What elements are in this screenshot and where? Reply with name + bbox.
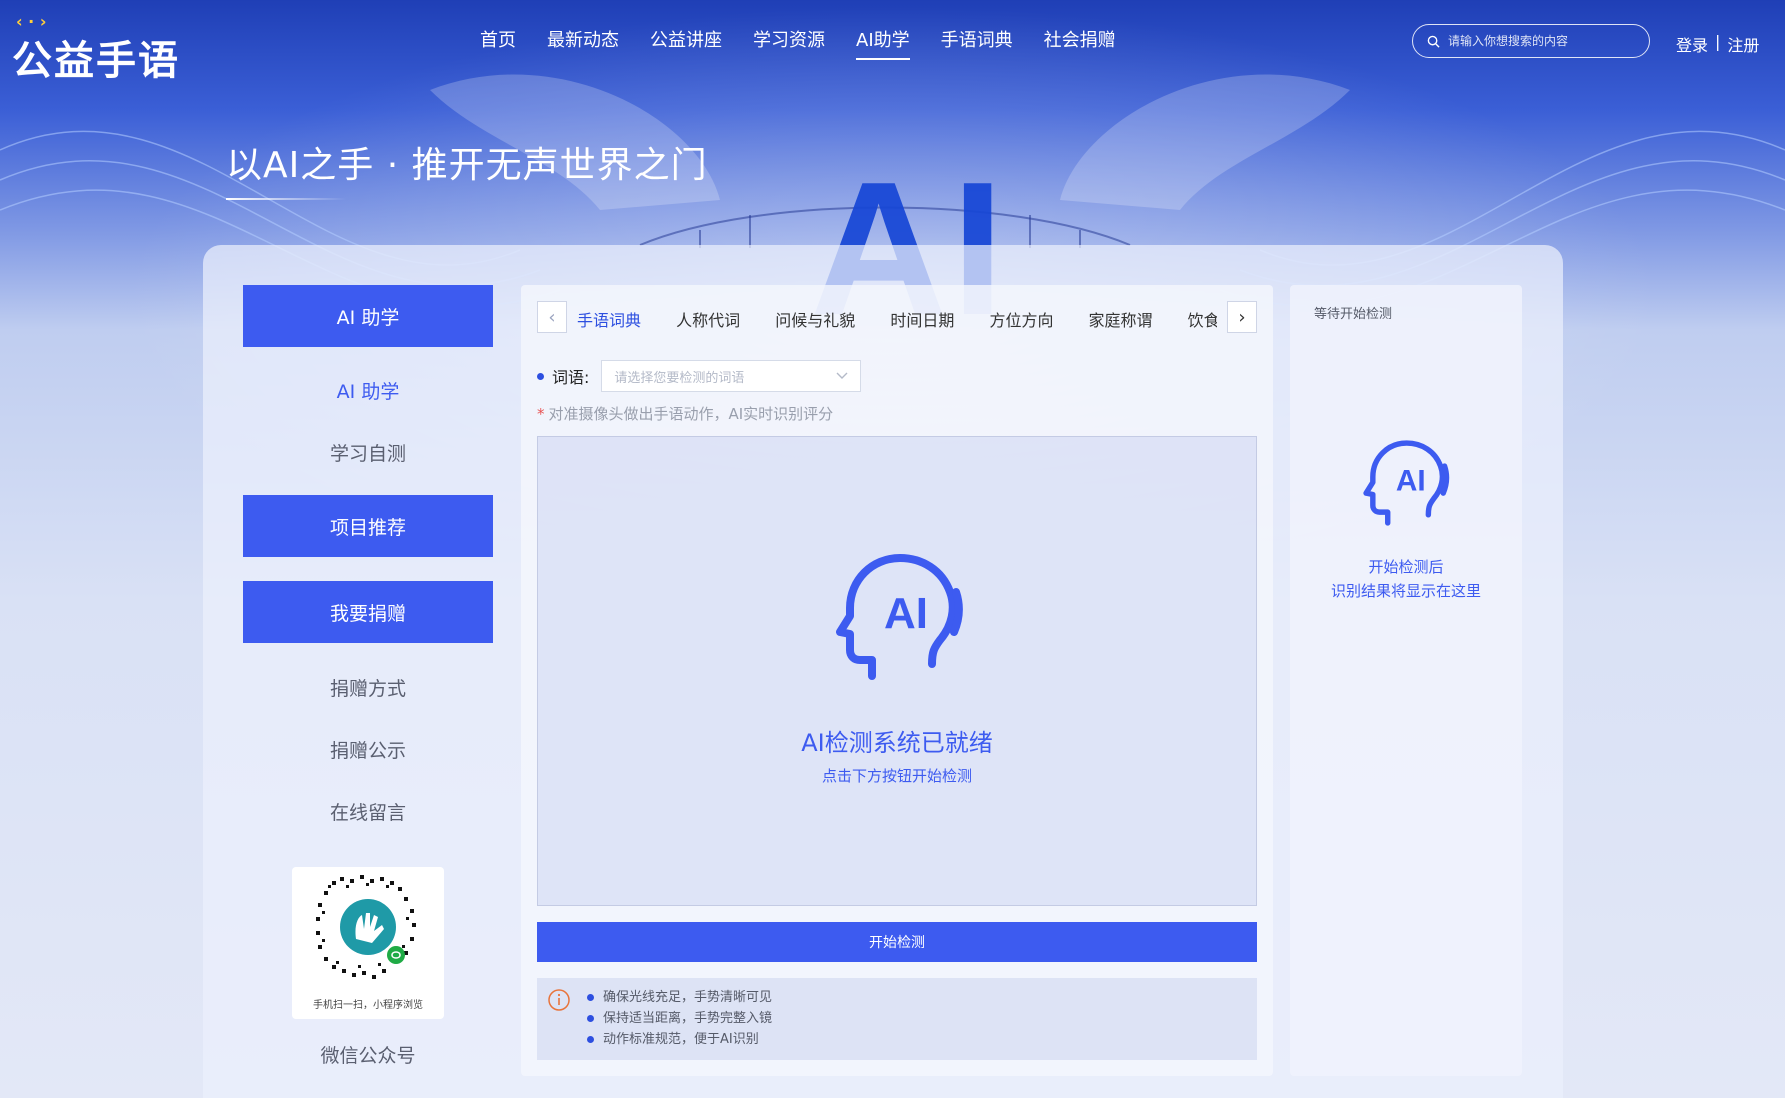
tips-list: 确保光线充足，手势清晰可见 保持适当距离，手势完整入镜 动作标准规范，便于AI识… [587,987,772,1050]
result-status: 等待开始检测 [1314,307,1393,322]
info-icon [548,989,570,1011]
sidebar-donate-button[interactable]: 我要捐赠 [243,581,493,643]
logo-text: 公益手语 [12,38,180,84]
sidebar-item-self-test[interactable]: 学习自测 [243,439,493,466]
nav-item-home[interactable]: 首页 [480,26,516,60]
auth-separator: | [1715,32,1721,51]
detector-status-title: AI检测系统已就绪 [801,729,993,757]
login-link[interactable]: 登录 [1676,32,1708,56]
nav-item-lectures[interactable]: 公益讲座 [650,26,722,60]
chevron-down-icon [836,372,848,379]
word-bullet [537,372,544,380]
search-icon [1427,35,1440,48]
word-row: 词语: 请选择您要检测的词语 [537,360,862,392]
category-tabs: 手语词典 人称代词 问候与礼貌 时间日期 方位方向 家庭称谓 饮食餐 [577,301,1217,335]
tips-box: 确保光线充足，手势清晰可见 保持适当距离，手势完整入镜 动作标准规范，便于AI识… [537,978,1257,1060]
category-tabbar: ‹ 手语词典 人称代词 问候与礼貌 时间日期 方位方向 家庭称谓 饮食餐 › [537,301,1257,335]
tab-next-button[interactable]: › [1227,301,1257,333]
sidebar-item-message[interactable]: 在线留言 [243,798,493,825]
detector-status-subtitle: 点击下方按钮开始检测 [821,767,972,785]
result-message-line2: 识别结果将显示在这里 [1330,582,1481,600]
tab-directions[interactable]: 方位方向 [989,301,1053,335]
result-message: 开始检测后 识别结果将显示在这里 [1290,555,1522,603]
word-label: 词语: [552,368,590,387]
tab-sign-dictionary[interactable]: 手语词典 [577,301,641,335]
hero-title: 以AI之手 · 推开无声世界之门 [226,145,708,186]
svg-text:AI: AI [884,589,928,638]
word-select[interactable]: 请选择您要检测的词语 [601,360,862,392]
site-logo[interactable]: ‹ · › 公益手语 [6,10,196,84]
tab-time-date[interactable]: 时间日期 [890,301,954,335]
sidebar-item-donate-public[interactable]: 捐赠公示 [243,736,493,763]
nav-item-resources[interactable]: 学习资源 [753,26,825,60]
hero-underline [226,198,346,200]
qr-caption: 手机扫一扫，小程序浏览 [313,1000,423,1011]
detector-panel: ‹ 手语词典 人称代词 问候与礼貌 时间日期 方位方向 家庭称谓 饮食餐 › 词… [521,285,1273,1076]
tab-prev-button[interactable]: ‹ [537,301,567,333]
tip-item: 确保光线充足，手势清晰可见 [587,987,772,1008]
main-nav: 首页 最新动态 公益讲座 学习资源 AI助学 手语词典 社会捐赠 [480,26,1147,60]
register-link[interactable]: 注册 [1727,32,1759,56]
tab-greetings[interactable]: 问候与礼貌 [775,301,855,335]
search-input[interactable] [1446,33,1640,49]
nav-item-donation[interactable]: 社会捐赠 [1044,26,1116,60]
start-detection-button[interactable]: 开始检测 [537,922,1257,962]
word-select-placeholder: 请选择您要检测的词语 [614,370,745,386]
nav-item-dictionary[interactable]: 手语词典 [941,26,1013,60]
chevron-left-icon: ‹ [548,306,556,328]
detection-hint-text: 对准摄像头做出手语动作，AI实时识别评分 [548,405,834,423]
result-panel: 等待开始检测 AI 开始检测后 识别结果将显示在这里 [1290,285,1522,1076]
tab-food[interactable]: 饮食餐 [1188,301,1217,335]
sidebar-item-ai-assist[interactable]: AI 助学 [243,377,493,404]
sidebar-ai-assist-button[interactable]: AI 助学 [243,285,493,347]
qr-code: 手机扫一扫，小程序浏览 [292,867,444,1019]
auth-links: 登录 | 注册 [1676,32,1759,56]
ai-head-icon: AI [836,554,963,680]
ai-head-icon: AI [1363,440,1450,526]
required-mark: * [537,405,545,423]
svg-text:AI: AI [1396,464,1426,497]
result-message-line1: 开始检测后 [1368,558,1444,576]
tip-item: 保持适当距离，手势完整入镜 [587,1008,772,1029]
top-header: ‹ · › 公益手语 首页 最新动态 公益讲座 学习资源 AI助学 手语词典 社… [0,0,1785,84]
qr-code-image [316,875,416,979]
tip-item: 动作标准规范，便于AI识别 [587,1029,772,1050]
sidebar-project-button[interactable]: 项目推荐 [243,495,493,557]
tab-pronouns[interactable]: 人称代词 [676,301,740,335]
tab-family[interactable]: 家庭称谓 [1089,301,1153,335]
search-box[interactable] [1412,24,1650,58]
chevron-right-icon: › [1238,306,1246,328]
nav-item-news[interactable]: 最新动态 [547,26,619,60]
nav-item-ai-assist[interactable]: AI助学 [856,26,910,60]
sidebar-item-donate-method[interactable]: 捐赠方式 [243,674,493,701]
detection-hint: * 对准摄像头做出手语动作，AI实时识别评分 [537,403,833,424]
wechat-label: 微信公众号 [320,1045,416,1067]
camera-preview: AI AI检测系统已就绪 点击下方按钮开始检测 [537,436,1257,906]
